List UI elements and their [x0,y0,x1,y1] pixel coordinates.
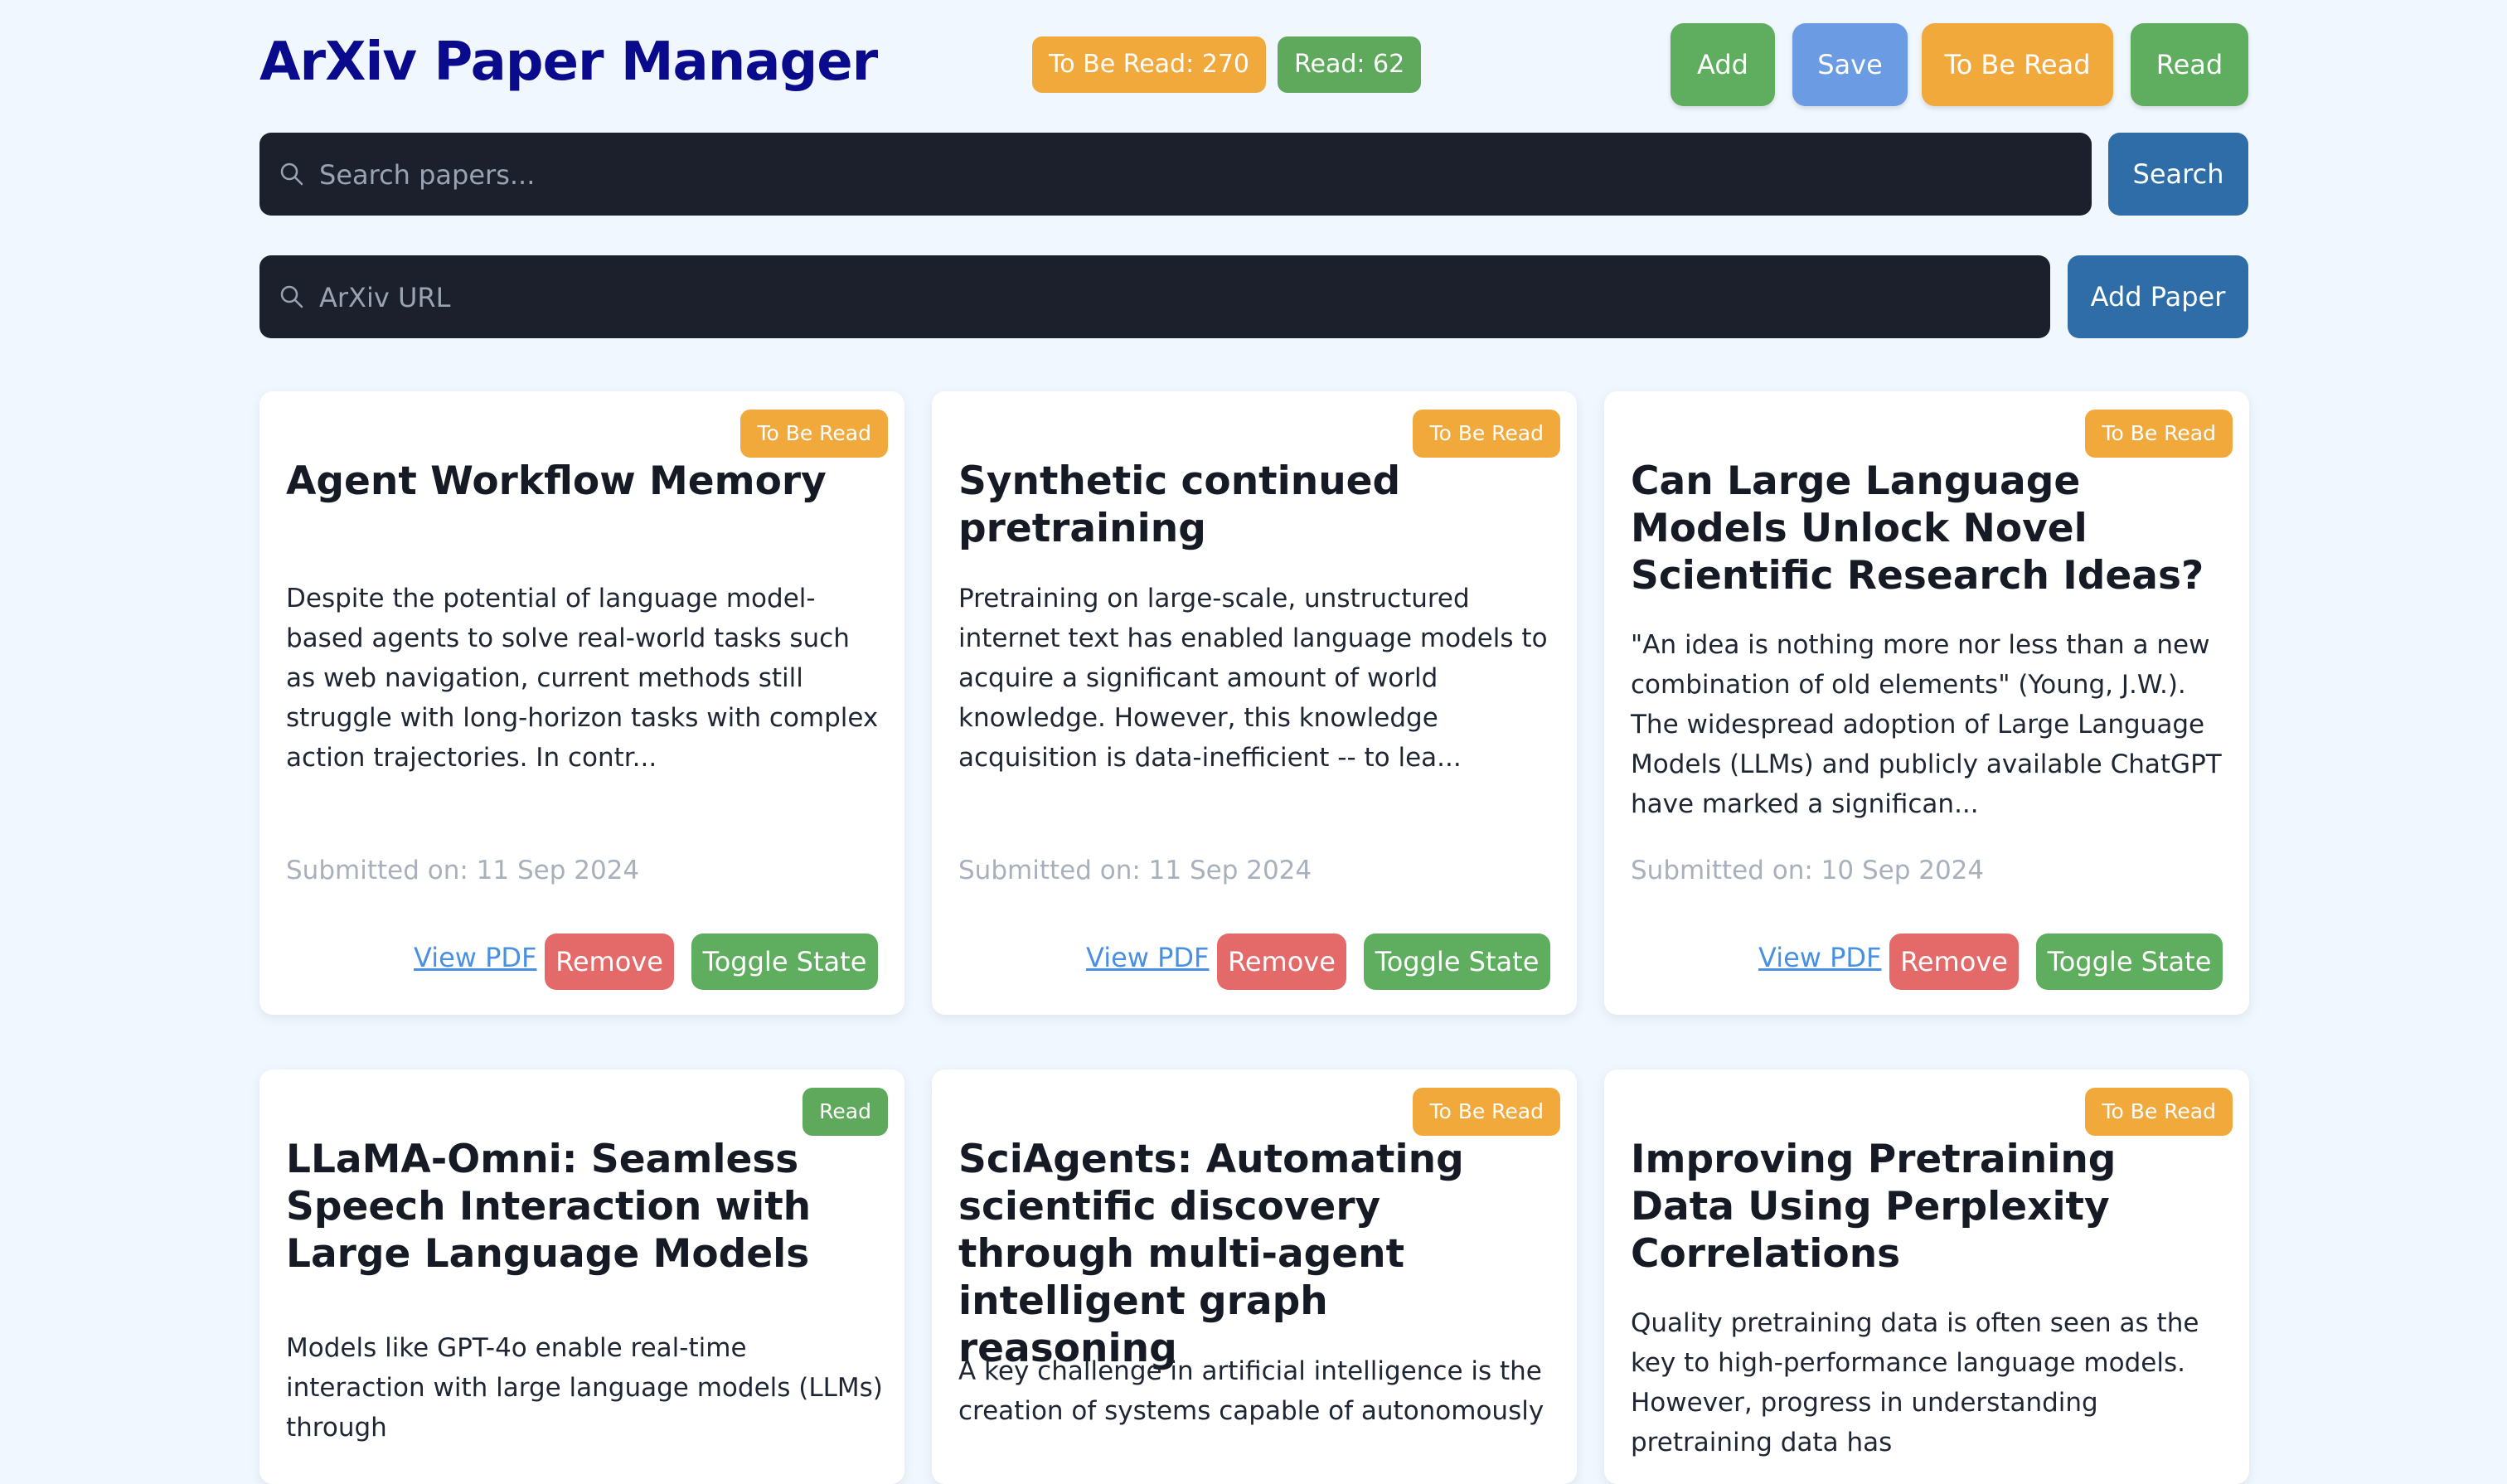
add-button[interactable]: Add [1671,23,1775,106]
header: ArXiv Paper Manager To Be Read: 270 Read… [259,0,2248,133]
paper-title: Agent Workflow Memory [286,458,827,504]
search-input[interactable] [318,133,2078,217]
to-be-read-count-badge: To Be Read: 270 [1032,36,1266,93]
save-button[interactable]: Save [1792,23,1908,106]
submitted-date: Submitted on: 10 Sep 2024 [1631,856,1985,885]
paper-card: To Be Read Agent Workflow Memory Despite… [259,391,904,1015]
paper-abstract: Pretraining on large-scale, unstructured… [958,584,1548,773]
card-actions: View PDF Remove Toggle State [1086,934,1550,990]
filter-to-be-read-button[interactable]: To Be Read [1922,23,2113,106]
status-badge: To Be Read [2085,1088,2233,1136]
toggle-state-button[interactable]: Toggle State [2036,934,2223,990]
paper-abstract: Quality pretraining data is often seen a… [1631,1308,2199,1457]
remove-button[interactable]: Remove [1217,934,1346,990]
search-field [259,133,2092,217]
add-url-row: Add Paper [259,255,2248,340]
filter-read-button[interactable]: Read [2131,23,2248,106]
status-badge: To Be Read [1413,1088,1560,1136]
add-paper-button[interactable]: Add Paper [2068,255,2248,338]
paper-abstract: "An idea is nothing more nor less than a… [1631,630,2222,819]
paper-abstract: Models like GPT-4o enable real-time inte… [286,1333,883,1443]
arxiv-url-field [259,255,2050,340]
view-pdf-link[interactable]: View PDF [1086,942,1209,973]
status-badge: Read [803,1088,888,1136]
card-actions: View PDF Remove Toggle State [1758,934,2223,990]
paper-title: Synthetic continued pretraining [958,458,1401,551]
paper-title: LLaMA-Omni: Seamless Speech Interaction … [286,1137,812,1277]
view-pdf-link[interactable]: View PDF [1758,942,1881,973]
search-icon [280,285,303,308]
submitted-date: Submitted on: 11 Sep 2024 [958,856,1312,885]
remove-button[interactable]: Remove [545,934,674,990]
submitted-date: Submitted on: 11 Sep 2024 [286,856,640,885]
status-badge: To Be Read [2085,410,2233,458]
paper-abstract: A key challenge in artificial intelligen… [958,1356,1544,1426]
card-actions: View PDF Remove Toggle State [414,934,878,990]
read-count-badge: Read: 62 [1278,36,1422,93]
view-pdf-link[interactable]: View PDF [414,942,536,973]
app-title: ArXiv Paper Manager [259,32,878,93]
search-row: Search [259,133,2248,217]
toggle-state-button[interactable]: Toggle State [1364,934,1550,990]
paper-title: SciAgents: Automating scientific discove… [958,1137,1464,1371]
status-badge: To Be Read [1413,410,1560,458]
paper-card: To Be Read Can Large Language Models Unl… [1604,391,2249,1015]
search-button[interactable]: Search [2108,133,2248,216]
paper-card: To Be Read Synthetic continued pretraini… [932,391,1577,1015]
paper-card: To Be Read Improving Pretraining Data Us… [1604,1069,2249,1484]
paper-title: Improving Pretraining Data Using Perplex… [1631,1137,2117,1277]
paper-card: To Be Read SciAgents: Automating scienti… [932,1069,1577,1484]
search-icon [280,162,303,186]
paper-title: Can Large Language Models Unlock Novel S… [1631,458,2204,599]
status-badge: To Be Read [740,410,888,458]
remove-button[interactable]: Remove [1889,934,2019,990]
app-container: ArXiv Paper Manager To Be Read: 270 Read… [259,0,2249,1484]
arxiv-url-input[interactable] [318,255,2037,340]
paper-card: Read LLaMA-Omni: Seamless Speech Interac… [259,1069,904,1484]
paper-abstract: Despite the potential of language model-… [286,584,879,773]
toggle-state-button[interactable]: Toggle State [691,934,878,990]
